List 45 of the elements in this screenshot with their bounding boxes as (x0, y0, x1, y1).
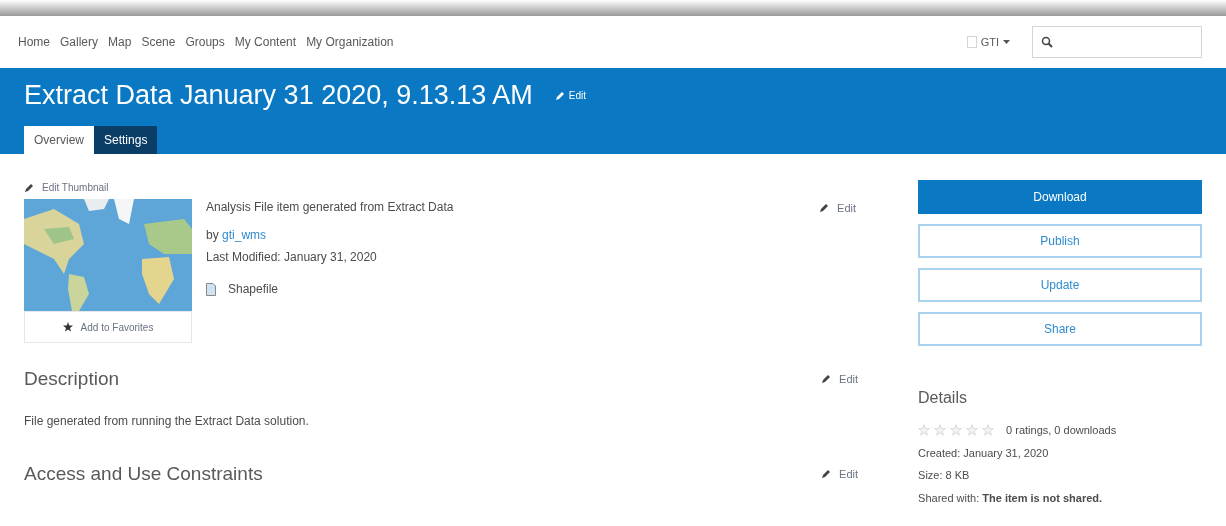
pencil-icon (819, 203, 830, 214)
edit-button[interactable]: Edit (554, 88, 587, 103)
nav-link[interactable]: Home (18, 33, 50, 51)
by-label: by (206, 228, 220, 242)
star-icon (62, 322, 73, 332)
add-to-favorites-button[interactable]: Add to Favorites (24, 311, 192, 343)
nav-link[interactable]: Gallery (60, 33, 99, 51)
nav-link[interactable]: Groups (185, 33, 225, 51)
section-title: Access and Use Constraints (24, 461, 263, 486)
nav-link[interactable]: My Content (234, 33, 297, 51)
pencil-icon (24, 182, 34, 193)
search-field[interactable] (1032, 26, 1202, 58)
action-button[interactable]: Update (918, 268, 1202, 302)
file-icon (206, 282, 216, 296)
last-modified: Last Modified: January 31, 2020 (206, 249, 378, 266)
edit-thumbnail-button[interactable]: Edit Thumbnail (24, 180, 109, 195)
search-icon (1041, 36, 1053, 48)
star-rating[interactable] (918, 424, 995, 437)
item-title: Extract Data January 31 2020, 9.13.13 AM (24, 82, 533, 109)
action-button[interactable]: Publish (918, 224, 1202, 258)
nav-link[interactable]: Scene (141, 33, 176, 51)
tab[interactable]: Overview (24, 126, 94, 154)
section-title: Description (24, 367, 120, 391)
item-type: Shapefile (228, 281, 279, 298)
pencil-icon (821, 374, 832, 385)
ratings-count: 0 ratings, 0 downloads (1006, 423, 1117, 438)
owner-link[interactable]: gti_wms (222, 228, 267, 242)
section-body: File generated from running the Extract Data solution. (24, 412, 310, 430)
action-button[interactable]: Download (918, 180, 1202, 214)
detail-line: Size: 8 KB (918, 468, 971, 483)
action-button[interactable]: Share (918, 312, 1202, 346)
edit-button[interactable]: Edit (821, 371, 859, 388)
item-summary: Analysis File item generated from Extract Data (206, 199, 455, 216)
detail-line: Created: January 31, 2020 (918, 445, 1050, 461)
pencil-icon (821, 468, 832, 479)
caret-icon (1003, 40, 1010, 44)
edit-button[interactable]: Edit (819, 200, 857, 217)
details-title: Details (918, 388, 968, 408)
pencil-icon (554, 90, 565, 101)
edit-button[interactable]: Edit (821, 465, 859, 482)
detail-line: Shared with: The item is not shared. (918, 490, 1104, 506)
nav-link[interactable]: Map (108, 33, 132, 51)
tab[interactable]: Settings (94, 126, 158, 154)
user-menu[interactable]: GTI (966, 33, 1010, 51)
nav-link[interactable]: My Organization (306, 33, 394, 51)
